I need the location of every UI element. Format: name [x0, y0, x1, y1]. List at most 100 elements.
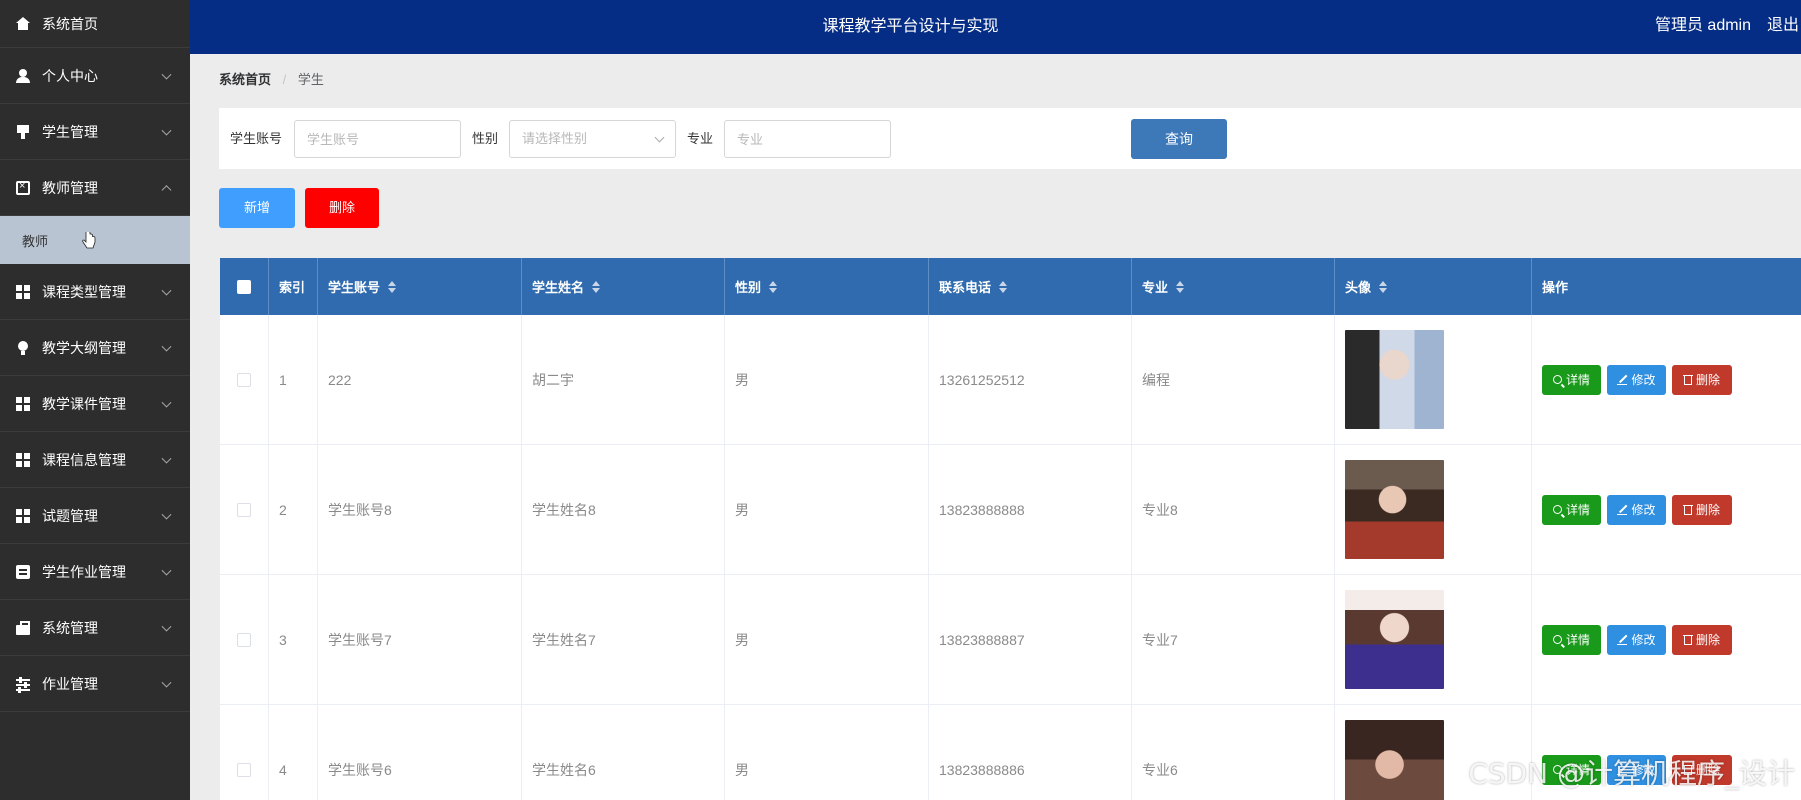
search-panel: 学生账号 性别 请选择性别 专业 查询: [219, 108, 1801, 169]
sidebar-item-personal-center[interactable]: 个人中心: [0, 48, 190, 104]
account-cell: 学生账号6: [318, 705, 522, 800]
detail-button[interactable]: 详情: [1542, 624, 1601, 655]
chevron-down-icon: [654, 132, 665, 143]
select-all-cell: [220, 258, 269, 315]
sidebar-subitem-teacher[interactable]: 教师: [0, 216, 190, 264]
column-header-label: 性别: [735, 280, 762, 295]
gender-cell: 男: [725, 705, 929, 800]
column-header-label: 索引: [279, 280, 306, 295]
column-header-name[interactable]: 学生姓名: [522, 258, 725, 315]
edit-icon: [1617, 375, 1628, 385]
column-header-gender[interactable]: 性别: [725, 258, 929, 315]
sidebar: 系统首页 个人中心 学生管理 教师管理 教师 课程类型管理 教学大纲管理 教学课…: [0, 0, 190, 800]
detail-button[interactable]: 详情: [1542, 494, 1601, 525]
account-search-input[interactable]: [294, 120, 461, 158]
grid-icon: [16, 396, 30, 411]
grid-icon: [16, 508, 30, 523]
briefcase-icon: [16, 620, 30, 635]
avatar-image[interactable]: [1345, 590, 1444, 689]
phone-cell: 13823888888: [929, 445, 1132, 574]
index-cell: 2: [269, 445, 318, 574]
column-header-account[interactable]: 学生账号: [318, 258, 522, 315]
column-header-label: 头像: [1345, 280, 1372, 295]
index-cell: 1: [269, 315, 318, 444]
column-header-operations: 操作: [1532, 258, 1801, 315]
delete-button[interactable]: 删除: [1672, 494, 1732, 525]
sidebar-item-student-management[interactable]: 学生管理: [0, 104, 190, 160]
edit-icon: [1617, 505, 1628, 515]
sidebar-item-student-homework-management[interactable]: 学生作业管理: [0, 544, 190, 600]
sort-icon[interactable]: [1379, 280, 1388, 293]
edit-icon: [1617, 635, 1628, 645]
sidebar-item-label: 教学大纲管理: [42, 339, 126, 356]
name-cell: 学生姓名6: [522, 705, 725, 800]
sort-icon[interactable]: [999, 280, 1008, 293]
avatar-image[interactable]: [1345, 460, 1444, 559]
avatar-cell: [1335, 445, 1532, 574]
operations-cell: 详情 修改 删除: [1532, 575, 1801, 704]
column-header-phone[interactable]: 联系电话: [929, 258, 1132, 315]
sidebar-item-system-management[interactable]: 系统管理: [0, 600, 190, 656]
row-checkbox[interactable]: [237, 762, 251, 777]
edit-button[interactable]: 修改: [1607, 364, 1666, 395]
sidebar-item-homework-management[interactable]: 作业管理: [0, 656, 190, 712]
sidebar-item-home[interactable]: 系统首页: [0, 0, 190, 48]
sort-icon[interactable]: [769, 280, 778, 293]
column-header-label: 学生姓名: [532, 280, 585, 295]
row-select-cell: [220, 445, 269, 574]
sidebar-item-course-type-management[interactable]: 课程类型管理: [0, 264, 190, 320]
sidebar-item-syllabus-management[interactable]: 教学大纲管理: [0, 320, 190, 376]
batch-delete-button[interactable]: 删除: [305, 188, 379, 228]
edit-button[interactable]: 修改: [1607, 624, 1666, 655]
avatar-cell: [1335, 315, 1532, 444]
edit-label: 修改: [1631, 503, 1656, 517]
avatar-image[interactable]: [1345, 330, 1444, 429]
chevron-down-icon: [161, 509, 172, 520]
gender-select[interactable]: 请选择性别: [509, 120, 676, 158]
detail-button[interactable]: 详情: [1542, 364, 1601, 395]
student-table: 索引 学生账号 学生姓名 性别 联系电话 专业 头像 操作 1 222 胡二宇 …: [220, 258, 1801, 800]
detail-label: 详情: [1565, 503, 1590, 517]
major-search-input[interactable]: [724, 120, 891, 158]
app-title: 课程教学平台设计与实现: [822, 18, 999, 35]
major-cell: 专业8: [1132, 445, 1335, 574]
sidebar-item-courseware-management[interactable]: 教学课件管理: [0, 376, 190, 432]
delete-label: 删除: [1695, 633, 1720, 647]
column-header-major[interactable]: 专业: [1132, 258, 1335, 315]
add-button[interactable]: 新增: [219, 188, 295, 228]
column-header-label: 学生账号: [328, 280, 381, 295]
edit-button[interactable]: 修改: [1607, 494, 1666, 525]
table-header: 索引 学生账号 学生姓名 性别 联系电话 专业 头像 操作: [220, 258, 1801, 315]
row-checkbox[interactable]: [237, 372, 251, 387]
name-cell: 胡二宇: [522, 315, 725, 444]
sort-icon[interactable]: [592, 280, 601, 293]
chevron-down-icon: [161, 453, 172, 464]
column-header-avatar[interactable]: 头像: [1335, 258, 1532, 315]
avatar-image[interactable]: [1345, 720, 1444, 800]
query-button[interactable]: 查询: [1131, 119, 1227, 159]
row-checkbox[interactable]: [237, 632, 251, 647]
sidebar-item-course-info-management[interactable]: 课程信息管理: [0, 432, 190, 488]
sort-icon[interactable]: [1176, 280, 1185, 293]
row-select-cell: [220, 575, 269, 704]
logout-link[interactable]: 退出: [1767, 0, 1799, 52]
select-all-checkbox[interactable]: [237, 279, 251, 294]
gender-cell: 男: [725, 445, 929, 574]
delete-button[interactable]: 删除: [1672, 624, 1732, 655]
home-icon: [16, 16, 30, 31]
trash-icon: [1682, 634, 1693, 645]
sidebar-item-teacher-management[interactable]: 教师管理: [0, 160, 190, 216]
column-header-label: 操作: [1542, 280, 1569, 295]
breadcrumb-home[interactable]: 系统首页: [219, 72, 271, 87]
row-checkbox[interactable]: [237, 502, 251, 517]
account-cell: 学生账号7: [318, 575, 522, 704]
bulb-icon: [16, 340, 30, 355]
delete-button[interactable]: 删除: [1672, 364, 1732, 395]
chevron-down-icon: [161, 285, 172, 296]
user-icon: [16, 68, 30, 83]
sort-icon[interactable]: [388, 280, 397, 293]
major-cell: 编程: [1132, 315, 1335, 444]
phone-cell: 13823888886: [929, 705, 1132, 800]
sidebar-item-label: 系统管理: [42, 619, 98, 636]
sidebar-item-question-management[interactable]: 试题管理: [0, 488, 190, 544]
